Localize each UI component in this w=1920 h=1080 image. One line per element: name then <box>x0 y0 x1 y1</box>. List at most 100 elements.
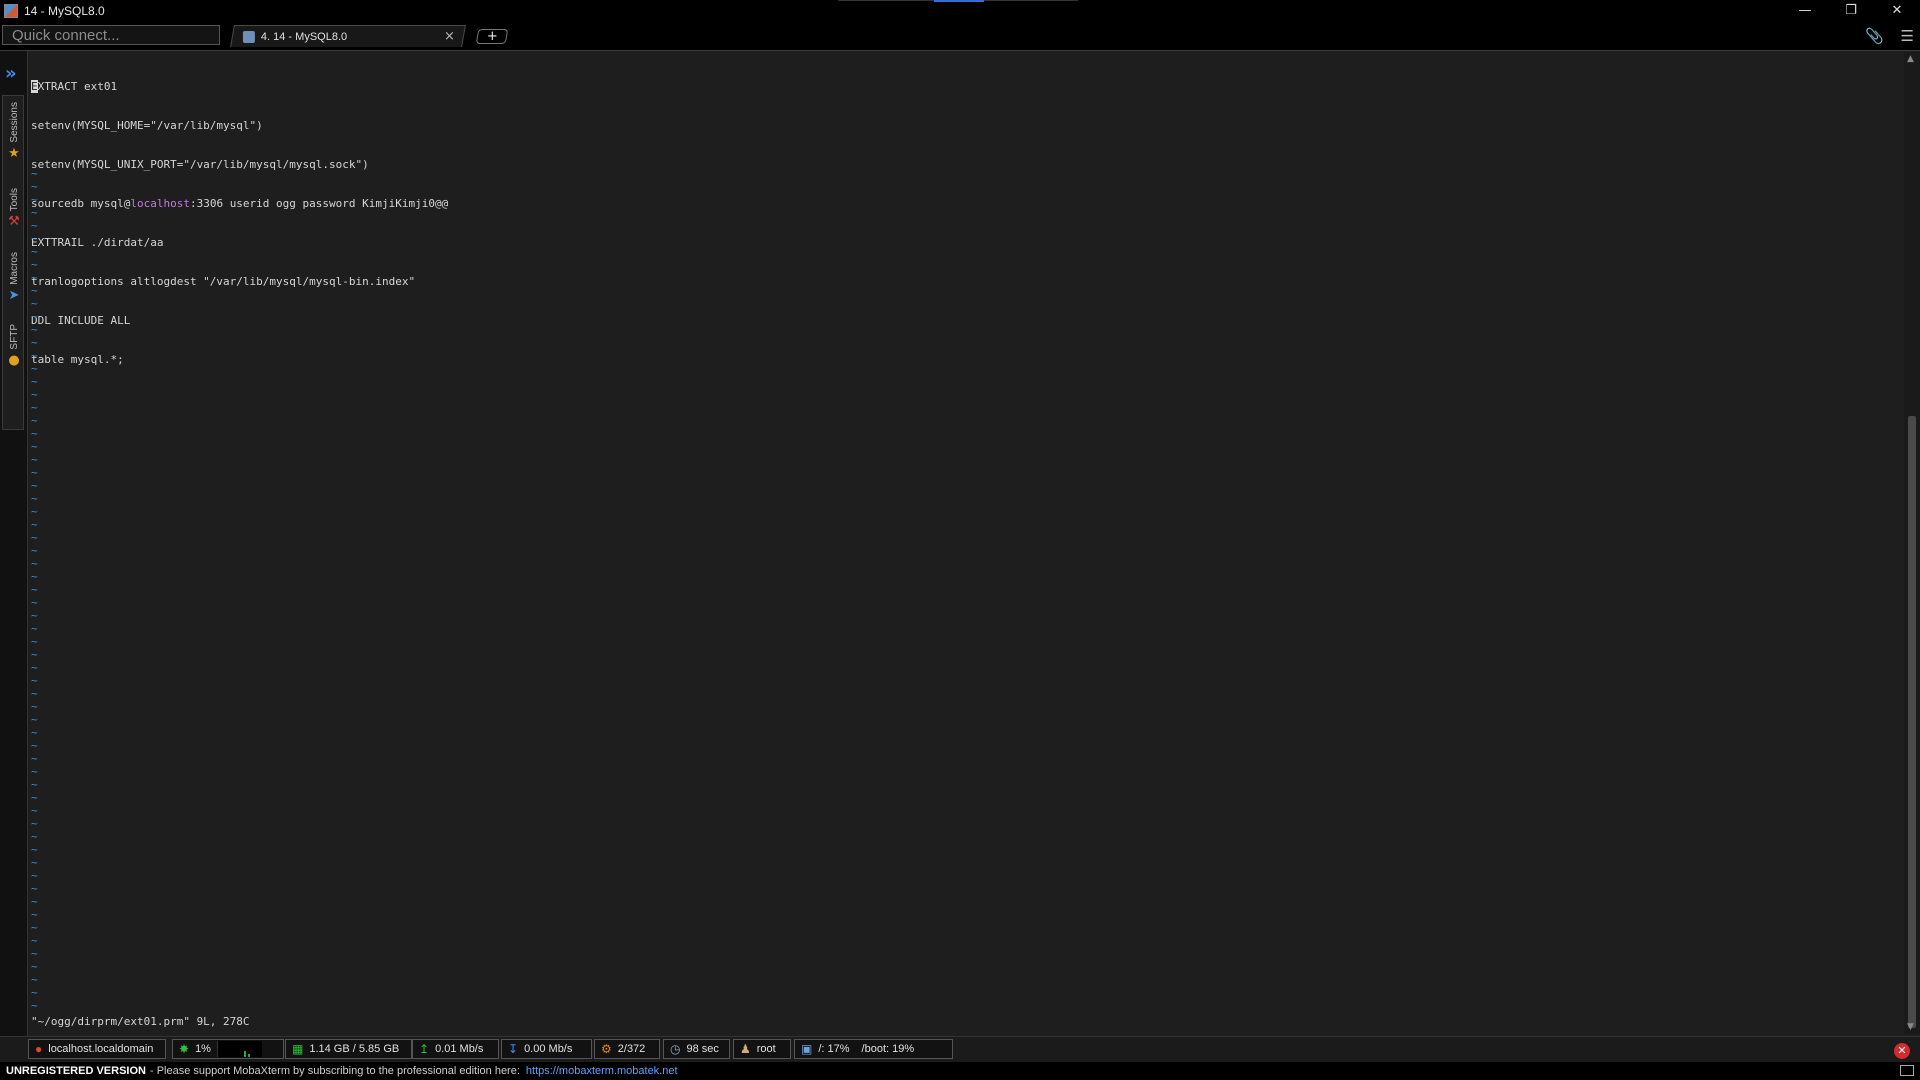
empty-line-marker: ~ <box>31 791 38 804</box>
status-disk[interactable]: ▣ /: 17% /boot: 19% <box>794 1039 953 1059</box>
tab-session[interactable]: 4. 14 - MySQL8.0 × <box>230 25 466 47</box>
empty-line-marker: ~ <box>31 336 38 349</box>
empty-line-marker: ~ <box>31 752 38 765</box>
empty-line-marker: ~ <box>31 505 38 518</box>
cpu-graph <box>216 1041 262 1057</box>
empty-line-marker: ~ <box>31 479 38 492</box>
empty-line-marker: ~ <box>31 986 38 999</box>
code-line: setenv(MYSQL_UNIX_PORT="/var/lib/mysql/m… <box>31 158 369 171</box>
disk-icon: ▣ <box>801 1042 813 1056</box>
empty-line-marker: ~ <box>31 921 38 934</box>
empty-line-marker: ~ <box>31 726 38 739</box>
minimize-button[interactable]: — <box>1782 0 1828 21</box>
hostname-highlight: localhost <box>130 197 190 210</box>
status-processes[interactable]: ⚙ 2/372 <box>594 1039 660 1059</box>
minimize-icon: — <box>1798 3 1812 18</box>
empty-line-marker: ~ <box>31 284 38 297</box>
empty-line-marker: ~ <box>31 973 38 986</box>
quick-connect-input[interactable]: Quick connect... <box>2 25 220 45</box>
empty-line-markers: ~ ~ ~ ~ ~ ~ ~ ~ ~ ~ ~ ~ ~ ~ ~ ~ ~ ~ ~ ~ ~ ~ ~ ~ ~ ~ ~ ~ ~ ~ ~ ~ ~ ~ ~ ~ ~ ~ ~ ~… <box>31 167 38 1012</box>
empty-line-marker: ~ <box>31 687 38 700</box>
tab-close-icon[interactable]: × <box>444 29 455 44</box>
upload-icon: ↥ <box>419 1042 430 1056</box>
code-line: EXTTRAIL ./dirdat/aa <box>31 236 164 249</box>
user-text: root <box>756 1043 776 1055</box>
sidebar-tab-sftp[interactable]: SFTP ● <box>3 324 25 367</box>
file-content: EXTRACT ext01 setenv(MYSQL_HOME="/var/li… <box>31 54 448 392</box>
clock-icon: ◷ <box>670 1042 681 1056</box>
close-session-icon[interactable]: ✕ <box>1894 1043 1910 1059</box>
empty-line-marker: ~ <box>31 869 38 882</box>
restore-button[interactable]: ❐ <box>1828 0 1874 21</box>
empty-line-marker: ~ <box>31 674 38 687</box>
empty-line-marker: ~ <box>31 180 38 193</box>
host-text: localhost.localdomain <box>48 1043 154 1055</box>
status-memory[interactable]: ▦ 1.14 GB / 5.85 GB <box>285 1039 412 1059</box>
status-download[interactable]: ↧ 0.00 Mb/s <box>501 1039 592 1059</box>
sidebar-tab-sessions[interactable]: Sessions ★ <box>3 102 25 160</box>
empty-line-marker: ~ <box>31 271 38 284</box>
menu-icon[interactable]: ☰ <box>1901 27 1914 45</box>
empty-line-marker: ~ <box>31 934 38 947</box>
empty-line-marker: ~ <box>31 700 38 713</box>
empty-line-marker: ~ <box>31 466 38 479</box>
close-button[interactable]: ✕ <box>1874 0 1920 21</box>
status-cpu[interactable]: ✸ 1% <box>172 1039 284 1059</box>
title-bar: 14 - MySQL8.0 — ❐ ✕ <box>0 0 1920 21</box>
empty-line-marker: ~ <box>31 817 38 830</box>
cpu-text: 1% <box>195 1043 211 1055</box>
empty-line-marker: ~ <box>31 635 38 648</box>
empty-line-marker: ~ <box>31 349 38 362</box>
vertical-scrollbar[interactable]: ▲ ▼ <box>1904 52 1920 1034</box>
processes-text: 2/372 <box>617 1043 646 1055</box>
code-line: DDL INCLUDE ALL <box>31 314 131 327</box>
status-host[interactable]: ● localhost.localdomain <box>28 1039 166 1059</box>
empty-line-marker: ~ <box>31 895 38 908</box>
sidebar-tab-macros[interactable]: Macros ➤ <box>3 252 25 302</box>
tools-icon: ⚒ <box>8 214 20 230</box>
linux-icon: ● <box>35 1042 43 1056</box>
sidebar-tabs: Sessions ★ Tools ⚒ Macros ➤ SFTP ● <box>2 95 24 430</box>
empty-line-marker: ~ <box>31 765 38 778</box>
empty-line-marker: ~ <box>31 193 38 206</box>
code-line: tranlogoptions altlogdest "/var/lib/mysq… <box>31 275 416 288</box>
new-tab-button[interactable]: + <box>475 29 509 44</box>
website-link[interactable]: https://mobaxterm.mobatek.net <box>526 1065 678 1077</box>
empty-line-marker: ~ <box>31 960 38 973</box>
tab-label: 4. 14 - MySQL8.0 <box>260 30 348 43</box>
empty-line-marker: ~ <box>31 492 38 505</box>
code-line: table mysql.*; <box>31 353 124 366</box>
scroll-thumb[interactable] <box>1908 416 1916 1028</box>
empty-line-marker: ~ <box>31 544 38 557</box>
empty-line-marker: ~ <box>31 258 38 271</box>
status-uptime[interactable]: ◷ 98 sec <box>663 1039 730 1059</box>
empty-line-marker: ~ <box>31 713 38 726</box>
empty-line-marker: ~ <box>31 570 38 583</box>
scroll-down-icon[interactable]: ▼ <box>1907 1022 1914 1032</box>
empty-line-marker: ~ <box>31 947 38 960</box>
empty-line-marker: ~ <box>31 375 38 388</box>
status-upload[interactable]: ↥ 0.01 Mb/s <box>412 1039 499 1059</box>
expand-sidebar-icon[interactable]: » <box>5 63 17 84</box>
screen-icon[interactable] <box>1900 1065 1914 1076</box>
paperclip-icon[interactable]: 📎 <box>1865 27 1884 45</box>
empty-line-marker: ~ <box>31 778 38 791</box>
window-controls: — ❐ ✕ <box>1782 0 1920 21</box>
code-text: XTRACT ext01 <box>37 80 118 93</box>
empty-line-marker: ~ <box>31 609 38 622</box>
empty-line-marker: ~ <box>31 232 38 245</box>
globe-icon: ● <box>8 352 20 368</box>
disk-root-text: /: 17% <box>818 1043 850 1055</box>
scroll-up-icon[interactable]: ▲ <box>1907 54 1914 64</box>
terminal-view[interactable]: EXTRACT ext01 setenv(MYSQL_HOME="/var/li… <box>28 52 1904 1034</box>
status-user[interactable]: ♟ root <box>733 1039 791 1059</box>
cpu-icon: ✸ <box>179 1042 190 1056</box>
empty-line-marker: ~ <box>31 596 38 609</box>
empty-line-marker: ~ <box>31 622 38 635</box>
tab-bar: Quick connect... 4. 14 - MySQL8.0 × + <box>0 21 1920 51</box>
empty-line-marker: ~ <box>31 440 38 453</box>
empty-line-marker: ~ <box>31 310 38 323</box>
sidebar-tab-tools[interactable]: Tools ⚒ <box>3 188 25 228</box>
empty-line-marker: ~ <box>31 531 38 544</box>
code-line: EXTRACT ext01 <box>31 80 448 93</box>
